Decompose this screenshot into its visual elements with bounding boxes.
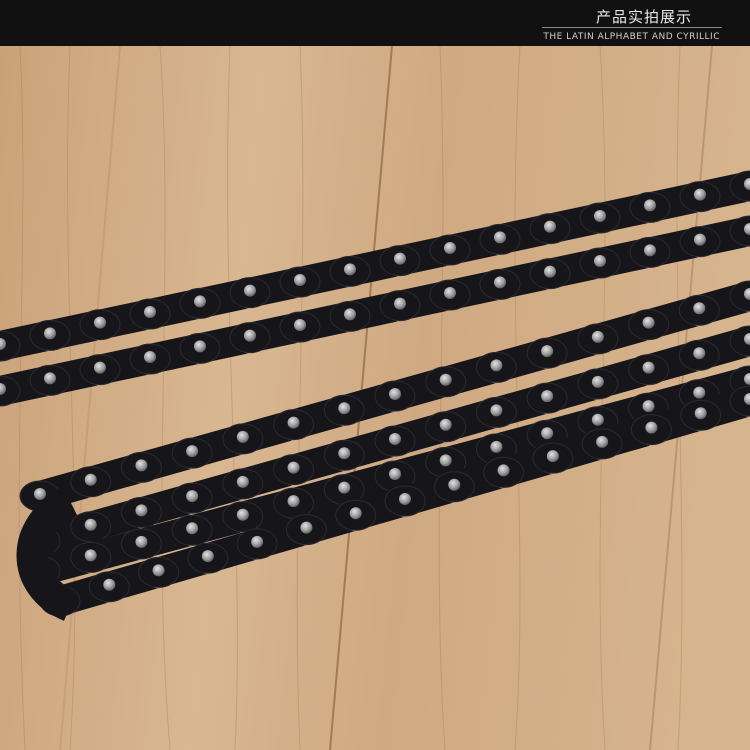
chain-pin	[186, 445, 199, 458]
chain-pin	[490, 404, 503, 417]
chain-pin	[44, 327, 56, 340]
chain-pin	[244, 284, 256, 297]
chain-pin	[642, 400, 655, 413]
chain-pin	[693, 302, 706, 315]
chain-pin	[439, 418, 452, 431]
chain-pin	[135, 535, 148, 548]
chain-pin	[287, 461, 300, 474]
chain-pin	[186, 522, 199, 535]
chain-pin	[201, 550, 214, 563]
chain-pin	[287, 495, 300, 508]
header-title: 产品实拍展示	[595, 8, 692, 26]
chain-pin	[439, 454, 452, 467]
chain-pin	[44, 372, 56, 385]
chain-pin	[693, 347, 706, 360]
chain-pin	[490, 440, 503, 453]
chain-pin	[236, 508, 249, 521]
chain-pin	[389, 388, 401, 400]
chain-pin	[236, 430, 249, 443]
chain-pin	[135, 504, 148, 517]
chain-pin	[694, 407, 707, 420]
chain-pin	[338, 447, 351, 460]
chain-pin	[344, 263, 356, 276]
header-banner: 产品实拍展示 THE LATIN ALPHABET AND CYRILLIC	[0, 0, 750, 46]
chain-pin	[693, 386, 706, 399]
chain-pin	[338, 481, 351, 494]
chain-pin	[135, 459, 148, 472]
chain-pin	[541, 390, 554, 403]
chain-pin	[644, 199, 656, 212]
chain-pin	[144, 351, 156, 363]
chain-pin	[236, 475, 249, 488]
chain-pin	[494, 231, 506, 244]
chain-pin	[94, 316, 106, 329]
chain-pin	[244, 329, 256, 342]
chain-pin	[338, 402, 351, 415]
chain-pin	[294, 274, 306, 286]
chain-pin	[694, 233, 706, 246]
chain-pin	[394, 252, 406, 265]
chain-pin	[642, 316, 655, 329]
chain-pin	[103, 578, 116, 591]
chain-pin	[94, 361, 106, 374]
chain-pin	[152, 564, 165, 577]
chain-pin	[596, 435, 609, 448]
chain-pin	[642, 361, 655, 374]
chain-pin	[444, 242, 456, 254]
chain-pin	[194, 340, 206, 353]
chain-pin	[287, 416, 300, 429]
chain-pin	[349, 507, 362, 520]
chain-pin	[84, 473, 97, 486]
chain-pin	[546, 450, 559, 463]
chain-pin	[251, 535, 264, 548]
chain-pin	[344, 308, 356, 321]
chain-pin	[84, 549, 97, 562]
chain-pin	[544, 265, 556, 278]
chain-pin	[389, 468, 401, 480]
product-photo	[0, 46, 750, 750]
chain-pin	[594, 255, 606, 267]
chain-pin	[594, 210, 606, 222]
chain-pin	[541, 427, 554, 440]
chain-pin	[644, 244, 656, 257]
chain-pin	[541, 345, 554, 358]
chain-pin	[694, 188, 706, 201]
chain-pin	[194, 295, 206, 308]
chain-pin	[444, 287, 456, 299]
chain-pin	[34, 488, 46, 500]
chain-pin	[494, 276, 506, 289]
chain-pin	[591, 375, 604, 388]
chain-pin	[294, 319, 306, 331]
chain-pin	[144, 306, 156, 318]
chain-pin	[497, 464, 510, 477]
chain-pin	[300, 521, 313, 534]
chain-pin	[645, 421, 658, 434]
chain-pin	[448, 478, 461, 491]
header-divider	[542, 27, 722, 28]
chain-pin	[389, 433, 401, 445]
header-subtitle: THE LATIN ALPHABET AND CYRILLIC	[543, 32, 720, 42]
chain-pin	[591, 413, 604, 426]
chain-pin	[591, 330, 604, 343]
chain-pin	[84, 518, 97, 531]
chain-pin	[399, 493, 411, 505]
chain-pin	[490, 359, 503, 372]
chain-pin	[394, 297, 406, 310]
chain-pin	[544, 220, 556, 233]
chain-pin	[186, 490, 199, 503]
chain-pin	[439, 373, 452, 386]
